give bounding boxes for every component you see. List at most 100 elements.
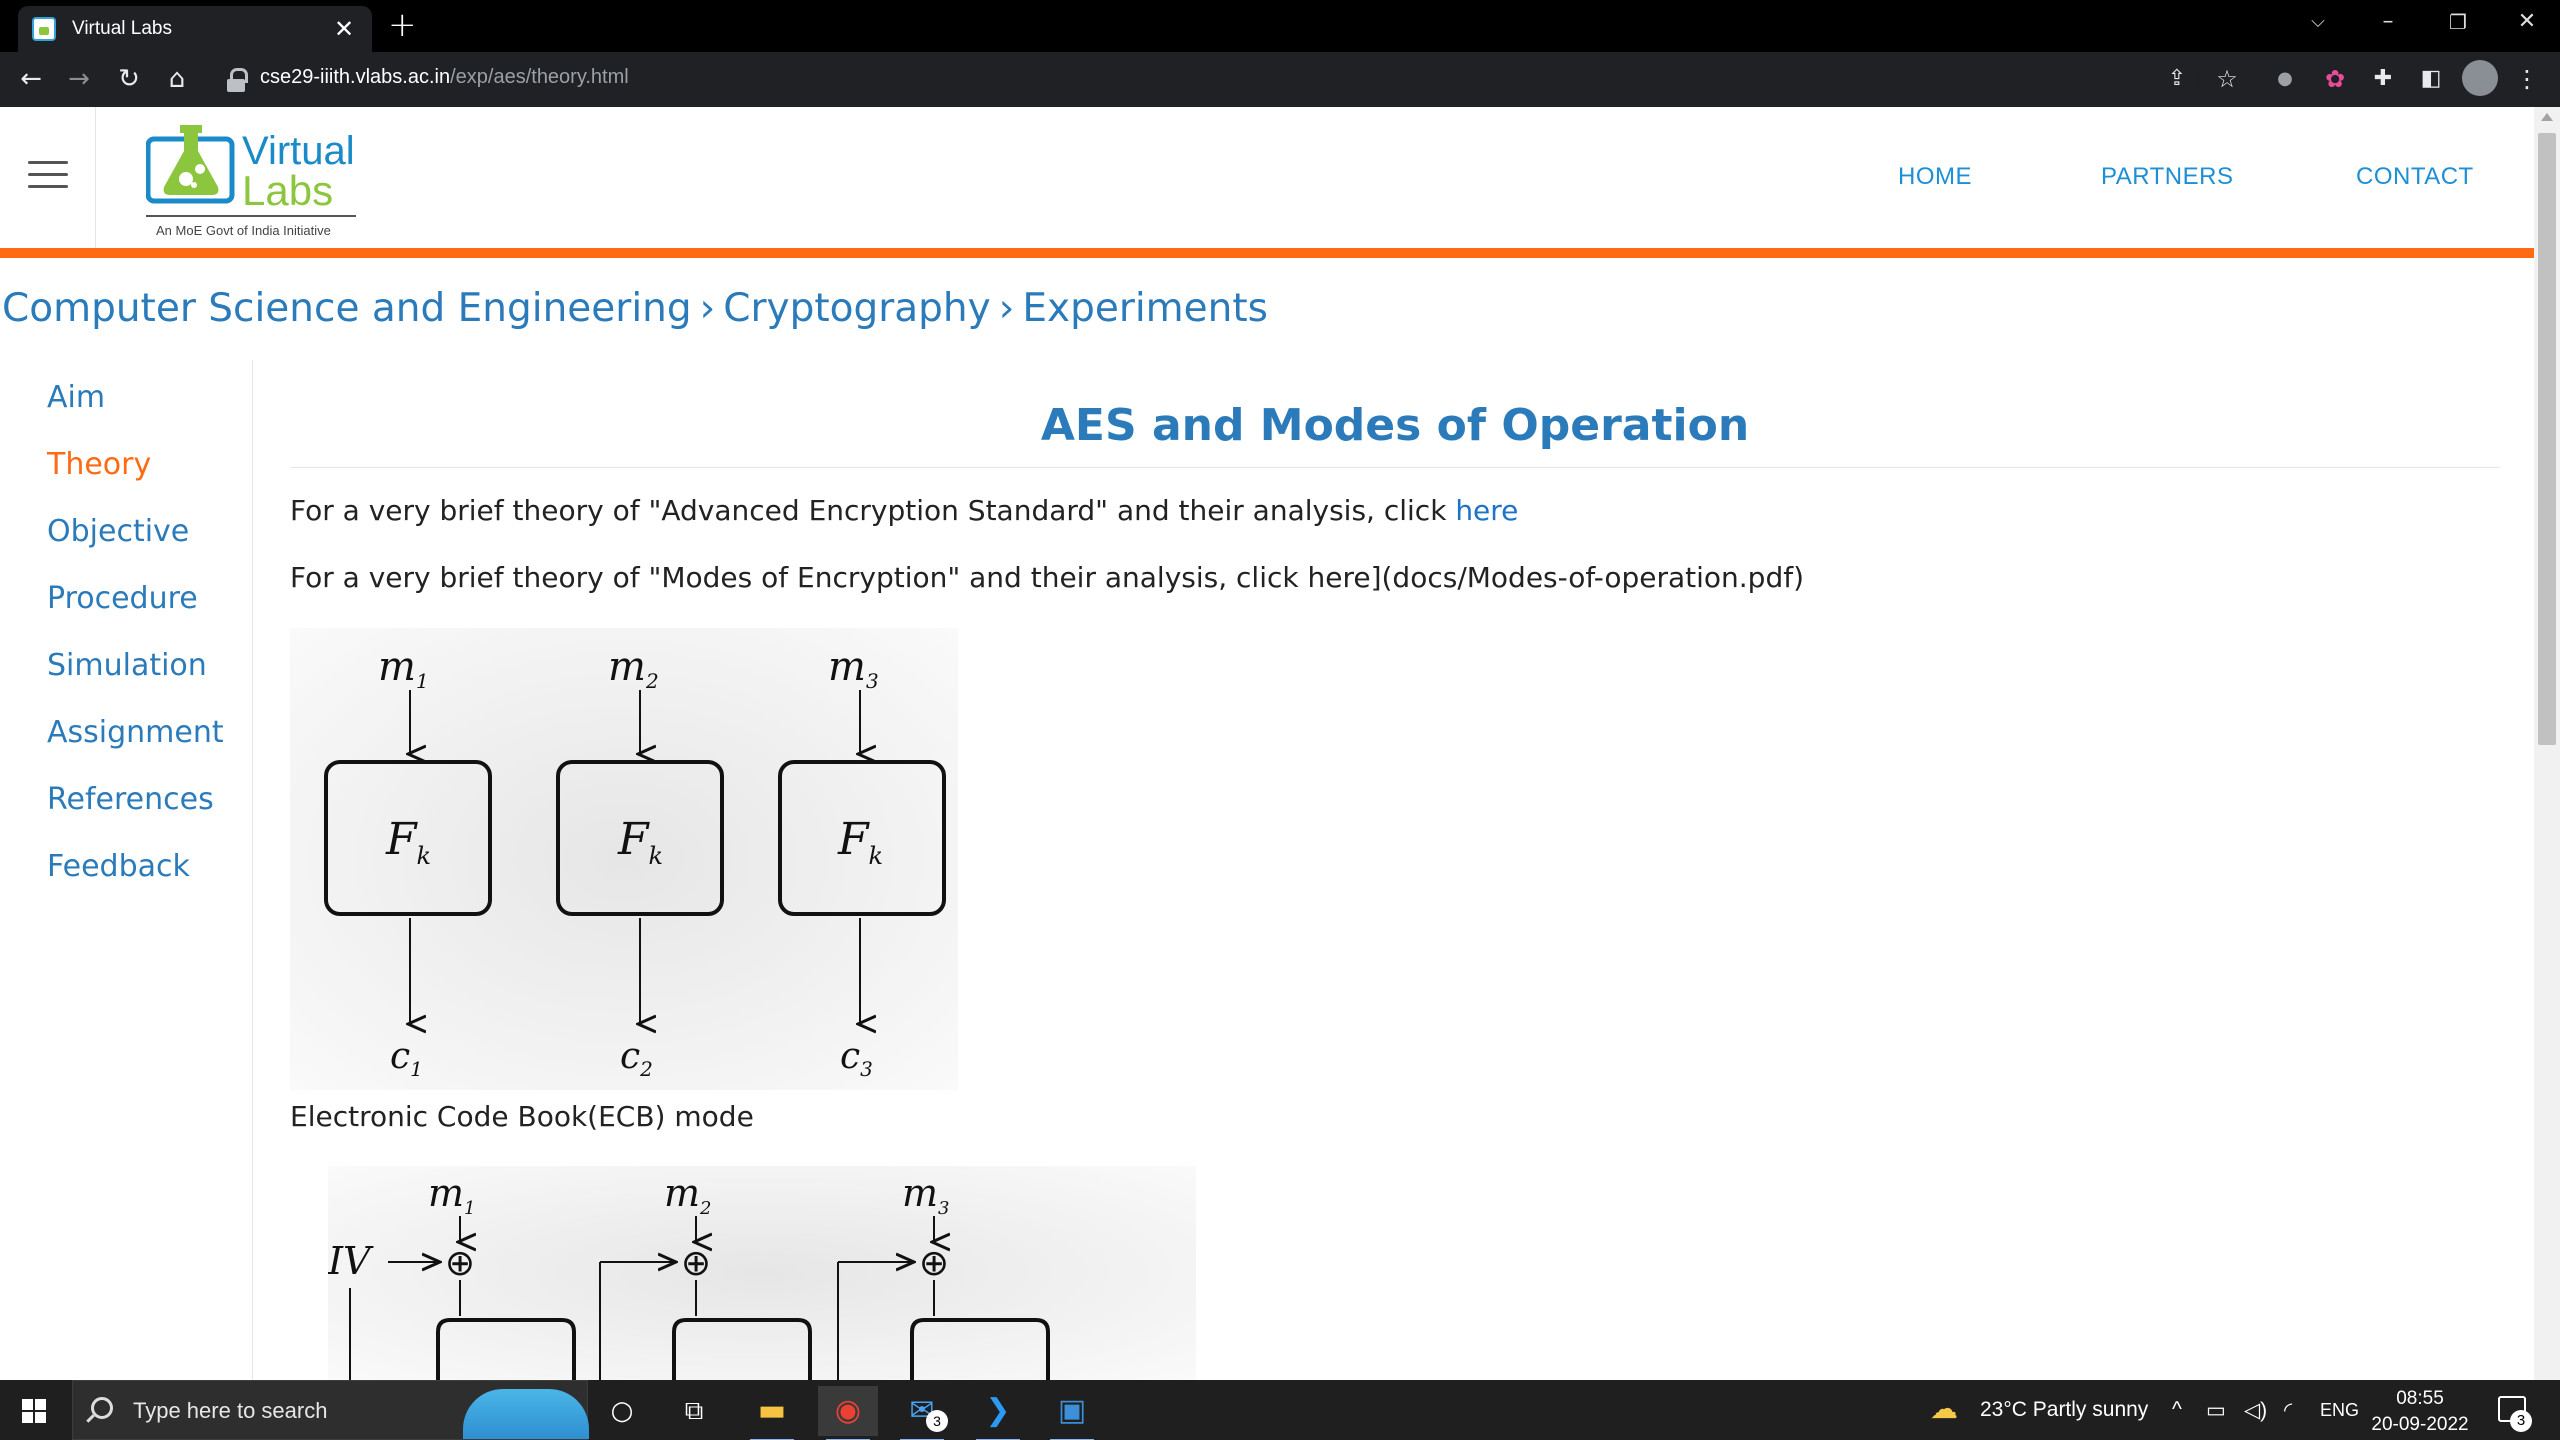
ecb-input-label-2: m2 <box>608 644 659 693</box>
ecb-block-3: m3 Fk c3 <box>778 644 946 1081</box>
aes-theory-link[interactable]: here <box>1455 494 1518 527</box>
restore-icon[interactable]: ❐ <box>2425 0 2491 46</box>
tray-chevron-icon[interactable]: ^ <box>2172 1398 2182 1422</box>
modes-theory-paragraph: For a very brief theory of "Modes of Enc… <box>290 561 1804 594</box>
nav-partners-link[interactable]: PARTNERS <box>2101 163 2233 191</box>
taskbar-search-box[interactable]: Type here to search <box>72 1380 589 1440</box>
browser-tab[interactable]: Virtual Labs ✕ <box>18 6 372 52</box>
scroll-up-arrow-icon[interactable] <box>2541 113 2553 121</box>
menu-kebab-icon[interactable]: ⋮ <box>2510 62 2544 96</box>
ecb-block-1: m1 Fk c1 <box>324 644 492 1081</box>
cbc-iv-label: IV <box>328 1239 374 1283</box>
search-placeholder: Type here to search <box>133 1398 328 1423</box>
breadcrumb-separator: › <box>699 286 716 331</box>
photos-icon[interactable]: ▣ <box>1042 1386 1102 1440</box>
virtual-labs-logo[interactable]: Virtual Labs An MoE Govt of India Initia… <box>142 117 362 243</box>
sidebar-item-assignment[interactable]: Assignment <box>47 715 224 750</box>
ecb-input-label-3: m3 <box>828 644 879 693</box>
cbc-xor-1: ⊕ <box>445 1243 475 1284</box>
sidebar-item-references[interactable]: References <box>47 782 214 817</box>
nav-home-link[interactable]: HOME <box>1898 163 1972 191</box>
ecb-block-label-2: Fk <box>617 814 663 870</box>
ecb-output-label-2: c2 <box>620 1036 653 1081</box>
page-scrollbar[interactable] <box>2534 107 2560 1380</box>
brand-labs: Labs <box>242 167 334 214</box>
minimize-icon[interactable]: – <box>2355 0 2421 46</box>
cbc-diagram: m1 m2 m3 IV ⊕ ⊕ ⊕ <box>327 1171 1050 1380</box>
cbc-input-label-2: m2 <box>664 1171 712 1219</box>
hamburger-menu-icon[interactable] <box>28 161 68 191</box>
mail-icon[interactable]: ✉ 3 <box>892 1386 952 1440</box>
browser-tab-bar: Virtual Labs ✕ + ⌵ – ❐ ✕ <box>0 0 2560 52</box>
ecb-block-label-3: Fk <box>837 814 883 870</box>
lock-icon <box>226 68 248 92</box>
site-header: Virtual Labs An MoE Govt of India Initia… <box>0 107 2534 249</box>
breadcrumb-experiments-link[interactable]: Experiments <box>1022 286 1268 331</box>
breadcrumb-cse-link[interactable]: Computer Science and Engineering <box>2 286 692 331</box>
tab-search-chevron-icon[interactable]: ⌵ <box>2285 0 2351 46</box>
windows-taskbar: Type here to search ○ ⧉ ▬ ◉ ✉ 3 ❯ ▣ ☁ 23°… <box>0 1380 2560 1440</box>
sidebar-item-theory[interactable]: Theory <box>47 447 151 482</box>
task-view-icon[interactable]: ⧉ <box>664 1386 724 1436</box>
url-path: /exp/aes/theory.html <box>450 66 629 88</box>
extensions-puzzle-icon[interactable]: ✚ <box>2366 62 2400 96</box>
breadcrumb-cryptography-link[interactable]: Cryptography <box>723 286 991 331</box>
scrollbar-thumb[interactable] <box>2538 133 2556 745</box>
close-tab-icon[interactable]: ✕ <box>330 15 358 43</box>
color-extension-icon[interactable]: ✿ <box>2318 62 2352 96</box>
back-arrow-icon[interactable]: ← <box>14 62 48 96</box>
nav-contact-link[interactable]: CONTACT <box>2356 163 2474 191</box>
chrome-icon[interactable]: ◉ <box>818 1386 878 1440</box>
ecb-output-label-1: c1 <box>390 1036 423 1081</box>
ecb-output-label-3: c3 <box>840 1036 873 1081</box>
header-divider <box>95 107 96 249</box>
notification-count: 3 <box>2510 1410 2532 1432</box>
logo-underline <box>146 215 356 217</box>
sidebar-item-objective[interactable]: Objective <box>47 514 189 549</box>
tab-title: Virtual Labs <box>72 18 172 39</box>
cbc-xor-3: ⊕ <box>919 1243 949 1284</box>
volume-icon[interactable]: ◁) <box>2244 1398 2267 1423</box>
new-tab-button[interactable]: + <box>388 8 417 42</box>
file-explorer-icon[interactable]: ▬ <box>742 1386 802 1440</box>
profile-avatar[interactable] <box>2462 60 2498 96</box>
header-accent-bar <box>0 248 2534 258</box>
weather-text[interactable]: 23°C Partly sunny <box>1980 1398 2148 1422</box>
title-divider <box>290 467 2500 468</box>
clock-date: 20-09-2022 <box>2371 1414 2469 1435</box>
home-icon[interactable]: ⌂ <box>160 62 194 96</box>
sidebar-item-procedure[interactable]: Procedure <box>47 581 198 616</box>
ecb-caption: Electronic Code Book(ECB) mode <box>290 1100 754 1133</box>
logo-tagline: An MoE Govt of India Initiative <box>156 223 331 238</box>
virtual-labs-favicon-icon <box>32 17 56 41</box>
language-indicator[interactable]: ENG <box>2320 1400 2359 1421</box>
windows-start-icon[interactable] <box>22 1399 46 1423</box>
wifi-icon[interactable]: ◜ <box>2284 1398 2292 1423</box>
sidebar-item-feedback[interactable]: Feedback <box>47 849 190 884</box>
extension-icon[interactable]: ● <box>2268 62 2302 96</box>
search-icon <box>91 1397 113 1419</box>
breadcrumb-separator: › <box>998 286 1015 331</box>
aes-theory-paragraph: For a very brief theory of "Advanced Enc… <box>290 494 1518 527</box>
ecb-block-label-1: Fk <box>385 814 431 870</box>
url-domain: cse29-iiith.vlabs.ac.in <box>260 66 451 88</box>
sidebar-item-aim[interactable]: Aim <box>47 380 105 415</box>
battery-icon[interactable]: ▭ <box>2206 1398 2226 1423</box>
sidebar-item-simulation[interactable]: Simulation <box>47 648 207 683</box>
share-icon[interactable]: ⇪ <box>2160 62 2194 96</box>
address-bar[interactable]: cse29-iiith.vlabs.ac.in/exp/aes/theory.h… <box>210 58 2200 102</box>
bookmark-star-icon[interactable]: ☆ <box>2210 62 2244 96</box>
close-window-icon[interactable]: ✕ <box>2494 0 2560 46</box>
reload-icon[interactable]: ↻ <box>112 62 146 96</box>
cbc-input-label-1: m1 <box>428 1171 476 1219</box>
vscode-icon[interactable]: ❯ <box>968 1386 1028 1440</box>
side-panel-icon[interactable]: ◧ <box>2414 62 2448 96</box>
browser-toolbar: ← → ↻ ⌂ cse29-iiith.vlabs.ac.in/exp/aes/… <box>0 52 2560 107</box>
url-text: cse29-iiith.vlabs.ac.in/exp/aes/theory.h… <box>260 66 629 89</box>
cbc-input-label-3: m3 <box>902 1171 950 1219</box>
cortana-icon[interactable]: ○ <box>592 1386 652 1436</box>
aes-theory-text: For a very brief theory of "Advanced Enc… <box>290 494 1456 527</box>
forward-arrow-icon[interactable]: → <box>62 62 96 96</box>
flask-logo-icon <box>146 125 235 204</box>
taskbar-clock[interactable]: 08:55 20-09-2022 <box>2370 1386 2470 1438</box>
